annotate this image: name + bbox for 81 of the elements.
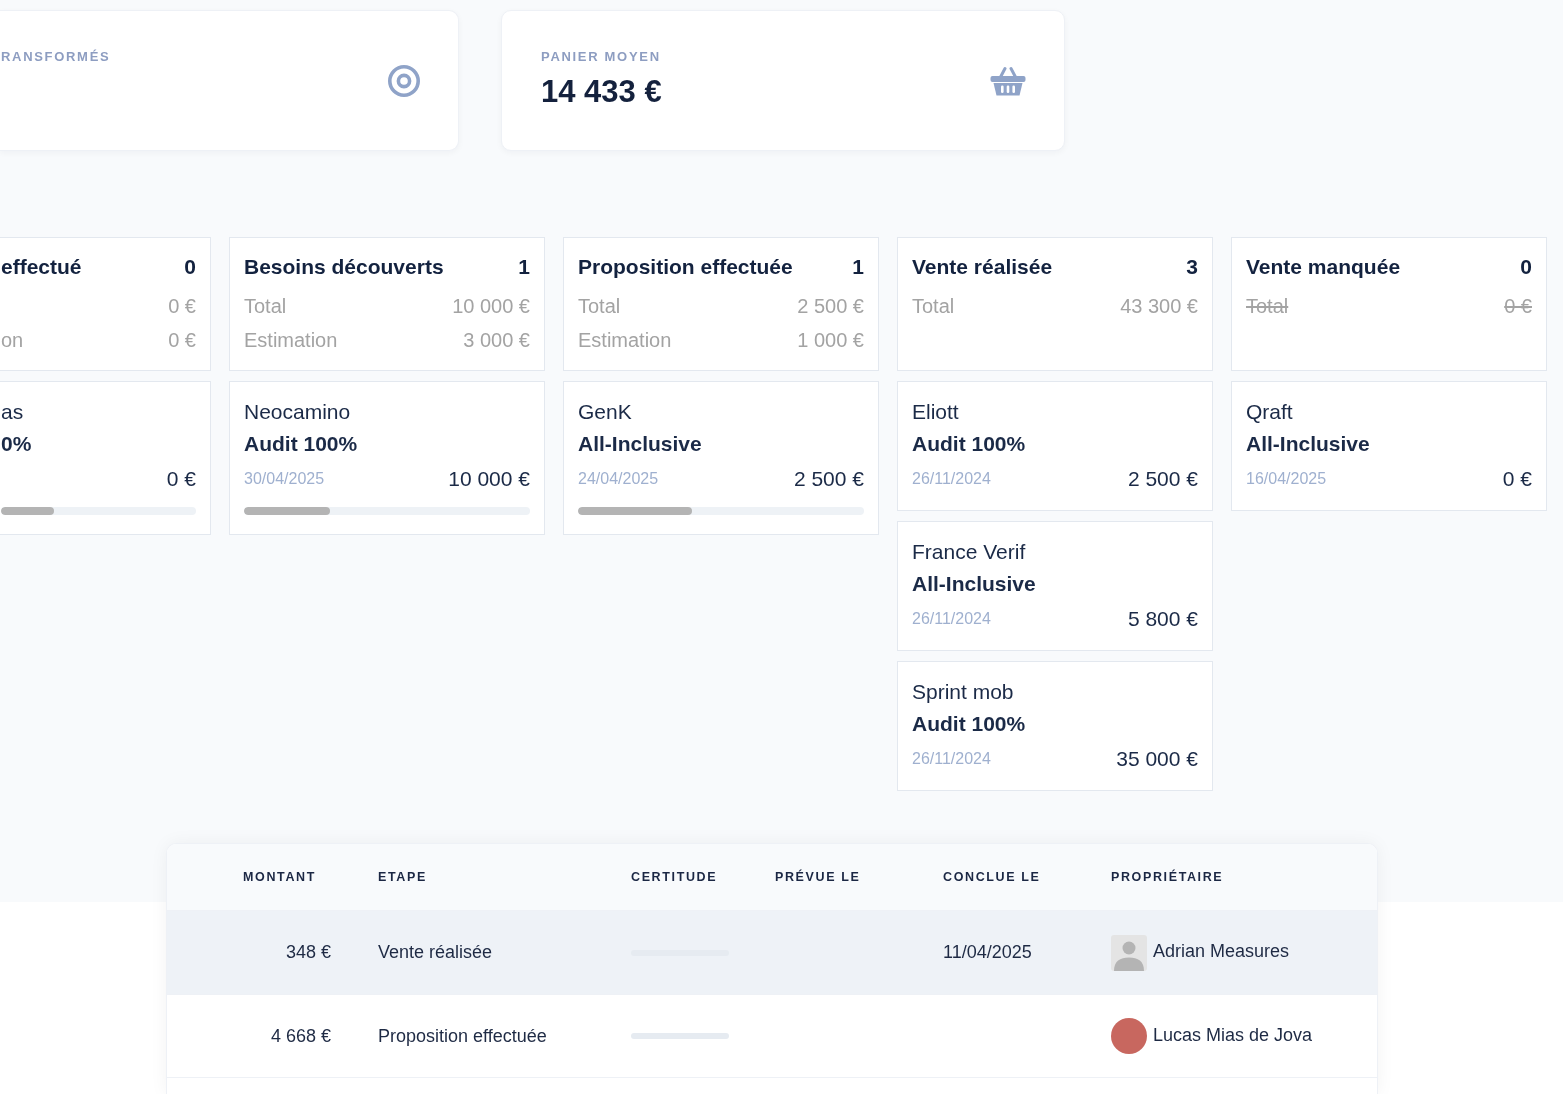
- deal-card[interactable]: Qraft All-Inclusive 16/04/2025 0 €: [1231, 381, 1547, 511]
- deal-count: 1: [852, 254, 864, 281]
- deal-company: Neocamino: [244, 399, 352, 425]
- column-header: PROPRIÉTAIRE: [1111, 869, 1224, 884]
- deal-date: 26/11/2024: [912, 749, 991, 769]
- column-header: ETAPE: [378, 869, 427, 884]
- deal-count: 0: [184, 254, 196, 281]
- total-amount: 2 500 €: [797, 294, 864, 319]
- total-label: Estimation: [578, 328, 672, 353]
- deal-amount: 0 €: [1502, 466, 1532, 493]
- deal-card[interactable]: Eliott Audit 100% 26/11/2024 2 500 €: [897, 381, 1213, 511]
- column-header: MONTANT: [243, 868, 316, 886]
- stage-title: Vente manquée: [1246, 254, 1401, 281]
- stage-title: Besoins découverts: [244, 254, 444, 281]
- total-amount: 3 000 €: [463, 328, 530, 353]
- total-amount: 43 300 €: [1120, 294, 1198, 319]
- basket-icon: [990, 65, 1026, 96]
- stage-title: effectué: [1, 254, 82, 281]
- deal-product: All-Inclusive: [912, 571, 1037, 597]
- owner-name: Lucas Mias de Jova: [1153, 1023, 1313, 1047]
- table-row[interactable]: 348 € Vente réalisée 11/04/2025 Adrian Measures: [167, 911, 1377, 995]
- deal-card[interactable]: as 0% 0 €: [0, 381, 211, 535]
- avatar-photo-placeholder: [1111, 1018, 1147, 1054]
- deal-product: Audit 100%: [244, 431, 359, 457]
- deal-date: 16/04/2025: [1246, 469, 1327, 489]
- deal-count: 3: [1186, 254, 1198, 281]
- stat-value: 14 433 €: [541, 74, 662, 110]
- target-icon: [388, 64, 420, 97]
- deal-amount: 10 000 €: [448, 466, 530, 493]
- total-amount: 0 €: [1504, 294, 1532, 319]
- table-row[interactable]: 4 668 € Proposition effectuée Lucas Mias de Jova: [167, 995, 1377, 1078]
- deal-company: Qraft: [1246, 399, 1294, 425]
- deal-amount: 35 000 €: [1116, 746, 1198, 773]
- total-amount: 0 €: [168, 328, 196, 353]
- amount-cell-text: 348 €: [285, 941, 331, 964]
- avatar-silhouette-icon: [1111, 934, 1147, 971]
- deal-count: 0: [1520, 254, 1532, 281]
- stage-cell: Vente réalisée: [378, 942, 493, 962]
- deal-amount: 0 €: [166, 466, 196, 493]
- stat-label: PANIER MOYEN: [541, 48, 662, 66]
- column-header: PRÉVUE LE: [775, 869, 861, 884]
- column-header: CONCLUE LE: [943, 869, 1041, 884]
- deal-amount: 5 800 €: [1127, 606, 1198, 633]
- deal-card[interactable]: France Verif All-Inclusive 26/11/2024 5 800 €: [897, 521, 1213, 651]
- deal-company: as: [1, 399, 25, 425]
- deal-amount: 2 500 €: [1127, 466, 1198, 493]
- deal-company: GenK: [578, 399, 633, 425]
- deal-product: All-Inclusive: [1246, 431, 1371, 457]
- deal-product: 0%: [1, 431, 33, 457]
- stage-title: Proposition effectuée: [578, 254, 793, 281]
- deal-company: France Verif: [912, 539, 1027, 565]
- deal-date: 26/11/2024: [912, 469, 991, 489]
- total-amount: 0 €: [168, 294, 196, 319]
- deal-date: 24/04/2025: [578, 469, 659, 489]
- total-label: on: [1, 328, 24, 353]
- total-label: Total: [578, 294, 621, 319]
- stat-label: RANSFORMÉS: [1, 48, 111, 66]
- stage-cell: Proposition effectuée: [378, 1025, 547, 1046]
- deal-product: Audit 100%: [912, 431, 1027, 457]
- owner-name: Adrian Measures: [1153, 940, 1290, 963]
- column-header: CERTITUDE: [631, 869, 718, 884]
- total-label: Total: [912, 294, 955, 319]
- total-label: Total: [244, 294, 287, 319]
- deal-company: Sprint mob: [912, 679, 1015, 705]
- deal-date: 26/11/2024: [912, 609, 991, 629]
- total-label: Total: [1246, 294, 1289, 319]
- deal-amount: 2 500 €: [793, 466, 864, 493]
- total-label: Estimation: [244, 328, 338, 353]
- deal-product: Audit 100%: [912, 711, 1027, 737]
- deal-date: 30/04/2025: [244, 469, 325, 489]
- amount-cell-text: 4 668 €: [270, 1024, 331, 1048]
- deal-card[interactable]: GenK All-Inclusive 24/04/2025 2 500 €: [563, 381, 879, 535]
- date-cell: 11/04/2025: [943, 942, 1032, 962]
- deal-card[interactable]: Sprint mob Audit 100% 26/11/2024 35 000 €: [897, 661, 1213, 791]
- stage-title: Vente réalisée: [912, 254, 1053, 281]
- total-amount: 10 000 €: [452, 294, 530, 319]
- deal-product: All-Inclusive: [578, 431, 703, 457]
- deal-company: Eliott: [912, 399, 960, 425]
- deal-card[interactable]: Neocamino Audit 100% 30/04/2025 10 000 €: [229, 381, 545, 535]
- deal-count: 1: [518, 254, 530, 281]
- total-amount: 1 000 €: [797, 328, 864, 353]
